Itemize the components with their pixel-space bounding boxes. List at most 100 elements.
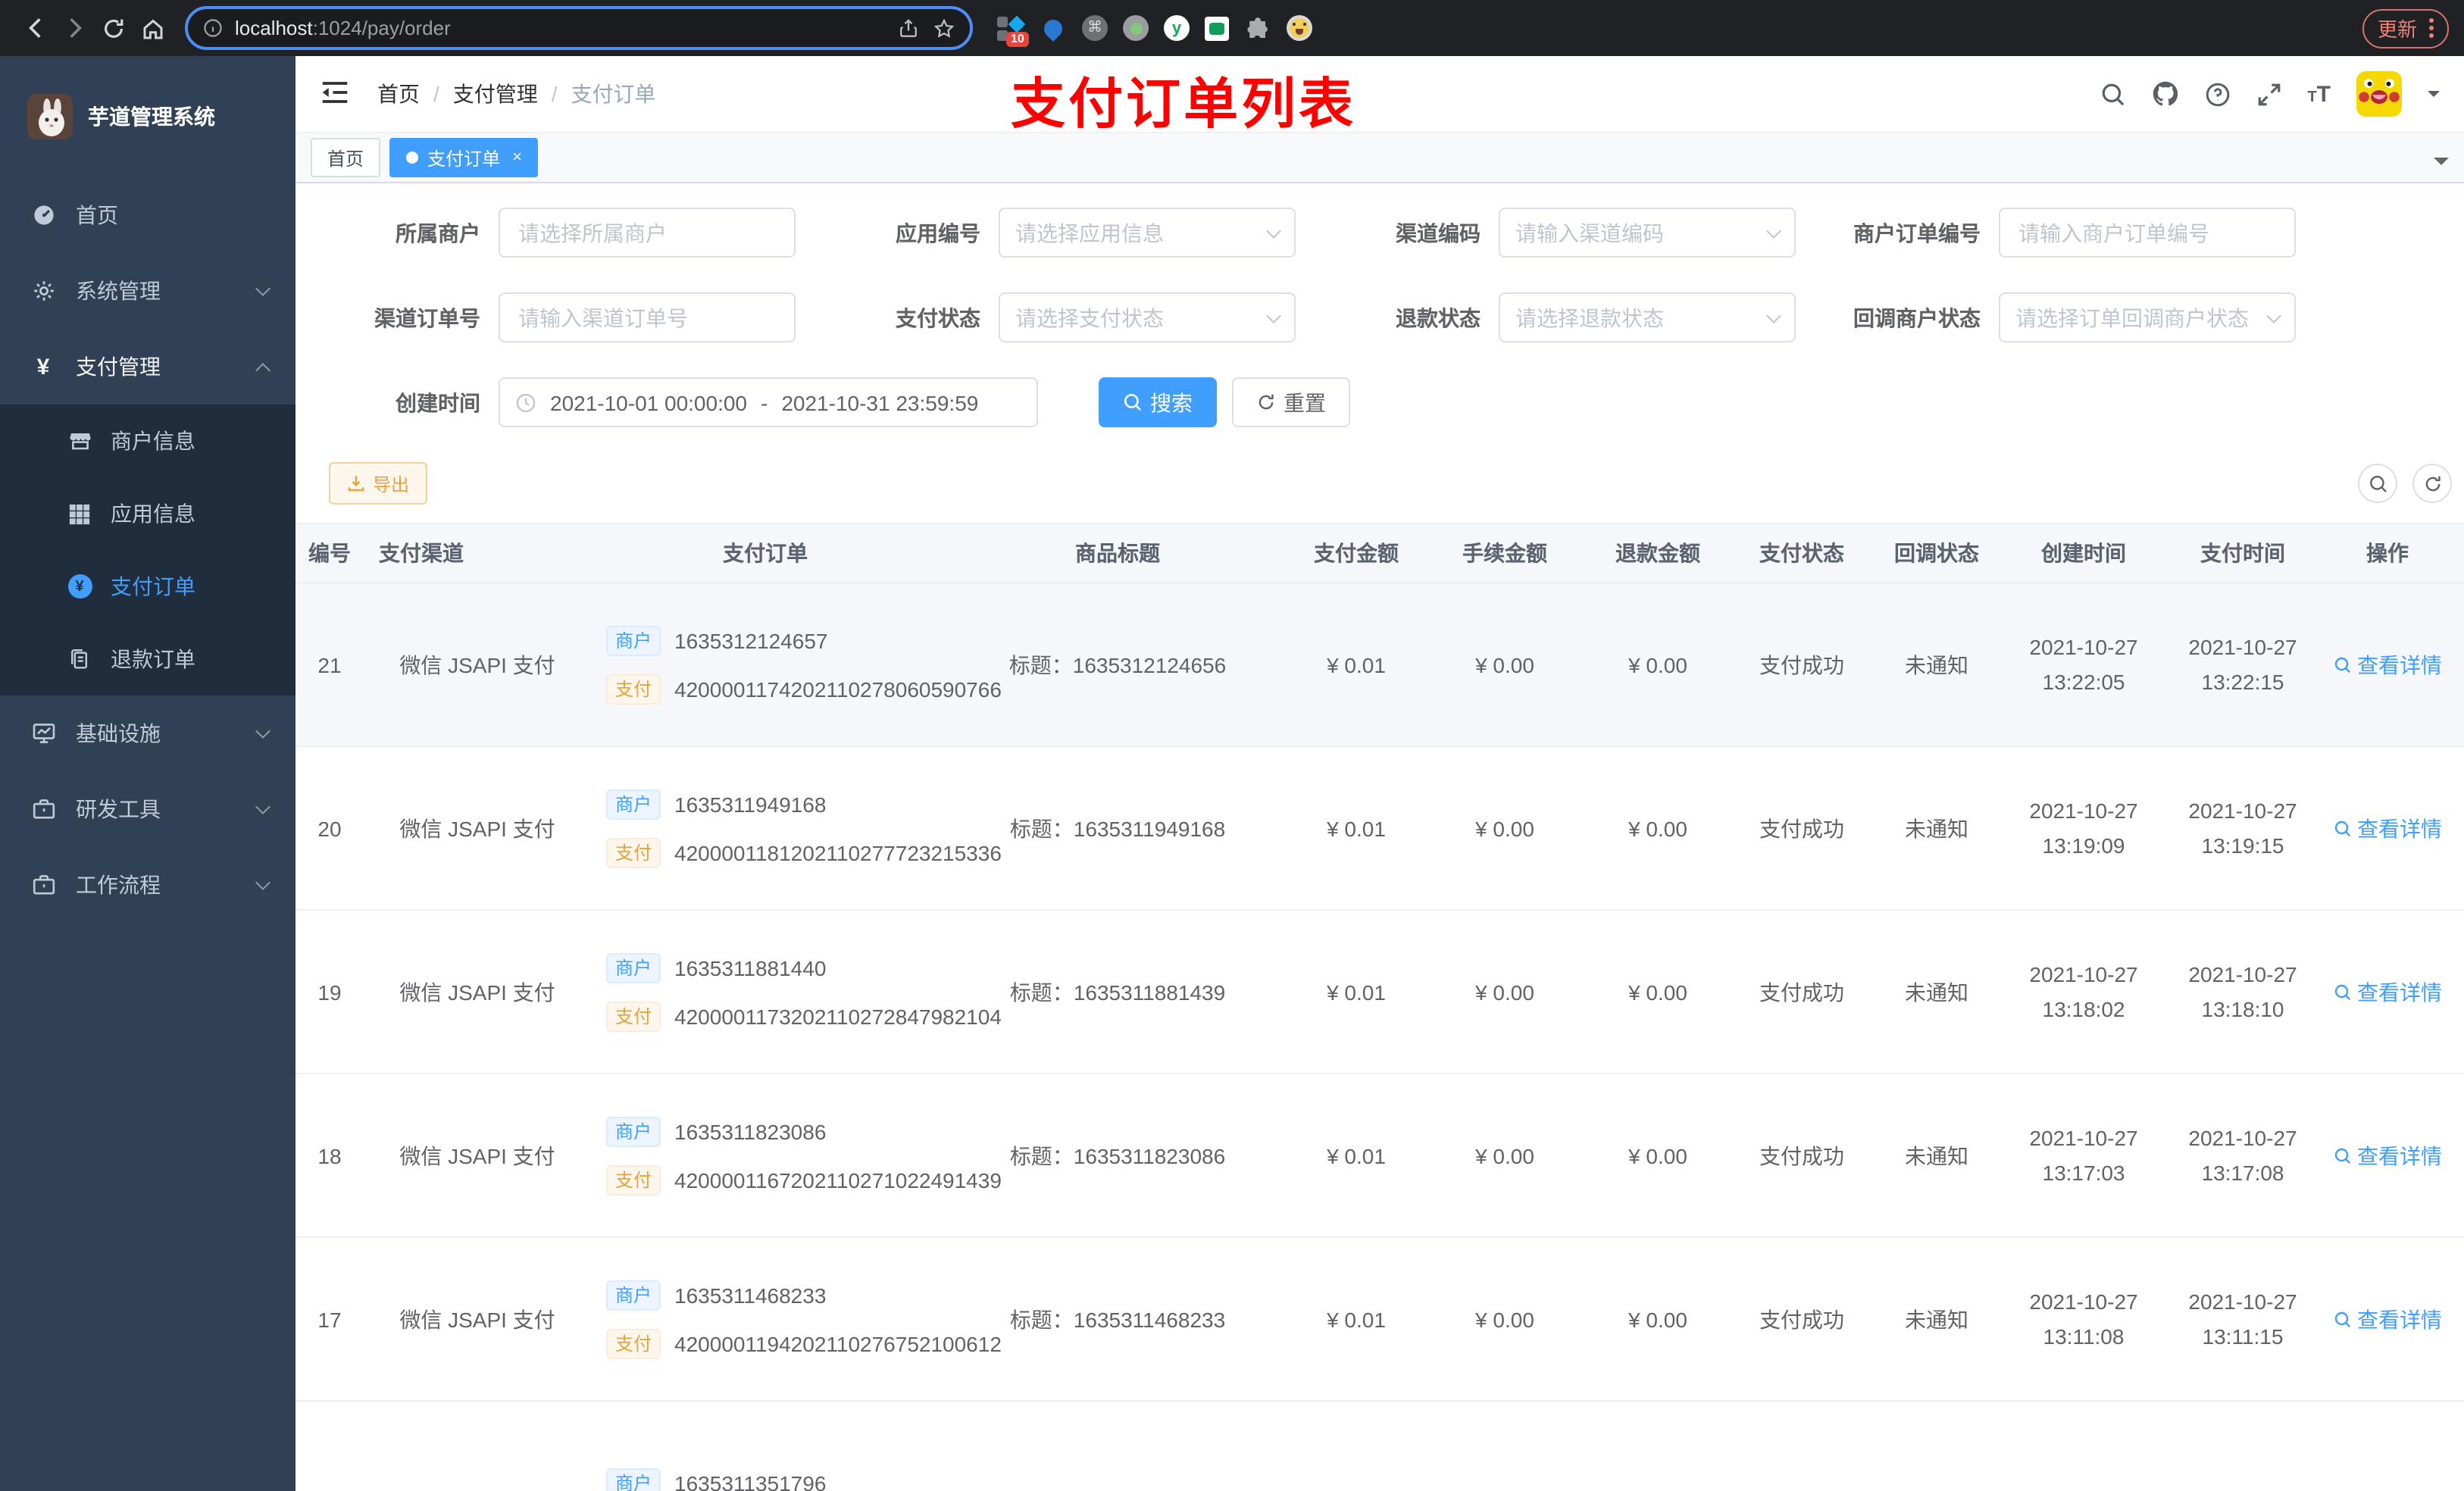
breadcrumb-payment[interactable]: 支付管理 bbox=[453, 79, 538, 109]
bookmark-star-icon[interactable] bbox=[933, 17, 955, 39]
chevron-down-icon bbox=[255, 281, 270, 296]
refund-status-select[interactable]: 请选择退款状态 bbox=[1499, 292, 1796, 342]
table-row[interactable]: 18 微信 JSAPI 支付 商户 1635311823086 支付 42000… bbox=[295, 1074, 2464, 1238]
font-size-icon[interactable]: TT bbox=[2307, 81, 2331, 107]
cell-pay-time: 2021-10-27 13:22:15 bbox=[2188, 634, 2297, 693]
extensions-puzzle-icon[interactable] bbox=[1244, 14, 1271, 42]
browser-reload-button[interactable] bbox=[94, 8, 133, 48]
utools-extension-icon[interactable]: 10 bbox=[997, 14, 1029, 46]
cell-pay-order: 商户 1635311949168 支付 42000011812021102777… bbox=[591, 789, 1002, 867]
recorder-extension-icon[interactable] bbox=[1123, 15, 1149, 41]
toggle-search-button[interactable] bbox=[2358, 464, 2397, 503]
sidebar-item-workflow[interactable]: 工作流程 bbox=[0, 847, 295, 923]
export-button[interactable]: 导出 bbox=[329, 462, 428, 505]
refresh-button[interactable] bbox=[2412, 464, 2452, 503]
column-header: 创建时间 bbox=[2041, 541, 2126, 565]
github-icon[interactable] bbox=[2151, 80, 2178, 108]
monitor-icon bbox=[30, 720, 56, 746]
pay-status-select[interactable]: 请选择支付状态 bbox=[999, 292, 1296, 342]
cell-amount: ¥ 0.01 bbox=[1327, 1307, 1386, 1331]
channel-code-select[interactable]: 请输入渠道编码 bbox=[1499, 208, 1796, 258]
browser-update-button[interactable]: 更新 bbox=[2362, 8, 2449, 48]
view-detail-link[interactable]: 查看详情 bbox=[2333, 977, 2442, 1007]
y-extension-icon[interactable]: y bbox=[1164, 15, 1190, 41]
page-content: 所属商户 应用编号 请选择应用信息 渠道编码 bbox=[295, 183, 2464, 1491]
cell-action: 查看详情 bbox=[2311, 1304, 2464, 1334]
create-time-range-input[interactable]: 2021-10-01 00:00:00 - 2021-10-31 23:59:5… bbox=[499, 377, 1038, 427]
chat-extension-icon[interactable] bbox=[1205, 16, 1229, 40]
help-icon[interactable] bbox=[2204, 81, 2230, 107]
cell-pay-order: 商户 1635312124657 支付 42000011742021102780… bbox=[591, 625, 1002, 704]
search-icon[interactable] bbox=[2100, 81, 2125, 107]
cell-fee: ¥ 0.00 bbox=[1475, 980, 1534, 1004]
fullscreen-icon[interactable] bbox=[2256, 81, 2281, 107]
merchant-order-no: 1635311468233 bbox=[674, 1283, 827, 1307]
browser-menu-icon[interactable] bbox=[2429, 18, 2434, 38]
user-avatar[interactable] bbox=[2356, 71, 2402, 117]
sidebar-item-payment[interactable]: ¥ 支付管理 bbox=[0, 329, 295, 405]
search-button[interactable]: 搜索 bbox=[1099, 377, 1217, 427]
table-row[interactable]: 20 微信 JSAPI 支付 商户 1635311949168 支付 42000… bbox=[295, 747, 2464, 911]
cell-fee: ¥ 0.00 bbox=[1475, 652, 1534, 677]
cell-channel: 微信 JSAPI 支付 bbox=[399, 652, 555, 677]
table-row[interactable]: 19 微信 JSAPI 支付 商户 1635311881440 支付 42000… bbox=[295, 911, 2464, 1074]
pay-tag: 支付 bbox=[606, 1164, 661, 1195]
sidebar-item-pay-order[interactable]: ¥ 支付订单 bbox=[0, 550, 295, 623]
chevron-down-icon bbox=[1266, 223, 1281, 238]
table-row[interactable]: 17 微信 JSAPI 支付 商户 1635311468233 支付 42000… bbox=[295, 1238, 2464, 1402]
share-icon[interactable] bbox=[899, 17, 918, 39]
sidebar-item-app-info[interactable]: 应用信息 bbox=[0, 477, 295, 550]
app-no-select[interactable]: 请选择应用信息 bbox=[999, 208, 1296, 258]
screen: localhost:1024/pay/order 10 ⌘ y 更新 芋道管理… bbox=[0, 0, 2464, 1491]
tab-pay-order[interactable]: 支付订单 × bbox=[389, 138, 539, 177]
view-detail-link[interactable]: 查看详情 bbox=[2333, 1140, 2442, 1171]
sidebar-item-system[interactable]: 系统管理 bbox=[0, 253, 295, 329]
site-info-icon[interactable] bbox=[203, 18, 223, 38]
browser-forward-button[interactable] bbox=[55, 8, 94, 48]
cell-amount: ¥ 0.01 bbox=[1327, 980, 1386, 1004]
merchant-order-no: 1635311351796 bbox=[674, 1471, 827, 1491]
cell-refund: ¥ 0.00 bbox=[1628, 980, 1687, 1004]
balloon-extension-icon[interactable] bbox=[1040, 14, 1067, 42]
cell-pay-status: 支付成功 bbox=[1759, 980, 1844, 1004]
merchant-order-input[interactable] bbox=[1999, 208, 2296, 258]
column-header: 编号 bbox=[308, 541, 351, 565]
command-extension-icon[interactable]: ⌘ bbox=[1082, 15, 1108, 41]
avatar-caret-icon[interactable] bbox=[2428, 91, 2440, 103]
tags-view-bar: 首页 支付订单 × bbox=[295, 132, 2464, 183]
sidebar-item-merchant-info[interactable]: 商户信息 bbox=[0, 405, 295, 477]
tabs-dropdown-caret[interactable] bbox=[2434, 158, 2449, 173]
cell-title: 标题：1635311881439 bbox=[1009, 980, 1226, 1004]
tab-close-icon[interactable]: × bbox=[512, 148, 522, 167]
browser-back-button[interactable] bbox=[15, 8, 55, 48]
chevron-down-icon bbox=[255, 875, 270, 890]
view-detail-link[interactable]: 查看详情 bbox=[2333, 1304, 2442, 1334]
cell-create-time: 2021-10-27 13:19:09 bbox=[2029, 798, 2138, 857]
cell-pay-status: 支付成功 bbox=[1759, 1307, 1844, 1331]
address-bar[interactable]: localhost:1024/pay/order bbox=[185, 6, 973, 50]
view-detail-link[interactable]: 查看详情 bbox=[2333, 813, 2442, 843]
channel-order-input[interactable] bbox=[499, 292, 796, 342]
sidebar-item-dev-tools[interactable]: 研发工具 bbox=[0, 771, 295, 847]
browser-home-button[interactable] bbox=[133, 8, 173, 48]
cell-create-time: 2021-10-27 13:11:08 bbox=[2029, 1289, 2138, 1348]
sidebar-item-home[interactable]: 首页 bbox=[0, 177, 295, 253]
app-no-label: 应用编号 bbox=[896, 220, 980, 245]
table-row[interactable]: 商户 1635311351796 bbox=[295, 1402, 2464, 1491]
extension-badge: 10 bbox=[1006, 31, 1029, 46]
notify-status-select[interactable]: 请选择订单回调商户状态 bbox=[1999, 292, 2296, 342]
breadcrumb-home[interactable]: 首页 bbox=[377, 79, 420, 109]
merchant-input[interactable] bbox=[499, 208, 796, 258]
sidebar-collapse-icon[interactable] bbox=[320, 77, 353, 111]
sidebar-item-refund-order[interactable]: 退款订单 bbox=[0, 623, 295, 695]
date-start: 2021-10-01 00:00:00 bbox=[550, 390, 747, 414]
merchant-order-no: 1635311949168 bbox=[674, 792, 827, 816]
pay-order-no: 4200001174202110278060590766 bbox=[674, 677, 1002, 701]
view-detail-link[interactable]: 查看详情 bbox=[2333, 649, 2442, 680]
table-row[interactable]: 21 微信 JSAPI 支付 商户 1635312124657 支付 42000… bbox=[295, 583, 2464, 747]
tab-home[interactable]: 首页 bbox=[311, 138, 381, 177]
sidebar-item-infra[interactable]: 基础设施 bbox=[0, 695, 295, 771]
reset-button[interactable]: 重置 bbox=[1232, 377, 1350, 427]
cell-pay-time: 2021-10-27 13:17:08 bbox=[2188, 1125, 2297, 1184]
emoji-extension-icon[interactable] bbox=[1287, 15, 1312, 41]
